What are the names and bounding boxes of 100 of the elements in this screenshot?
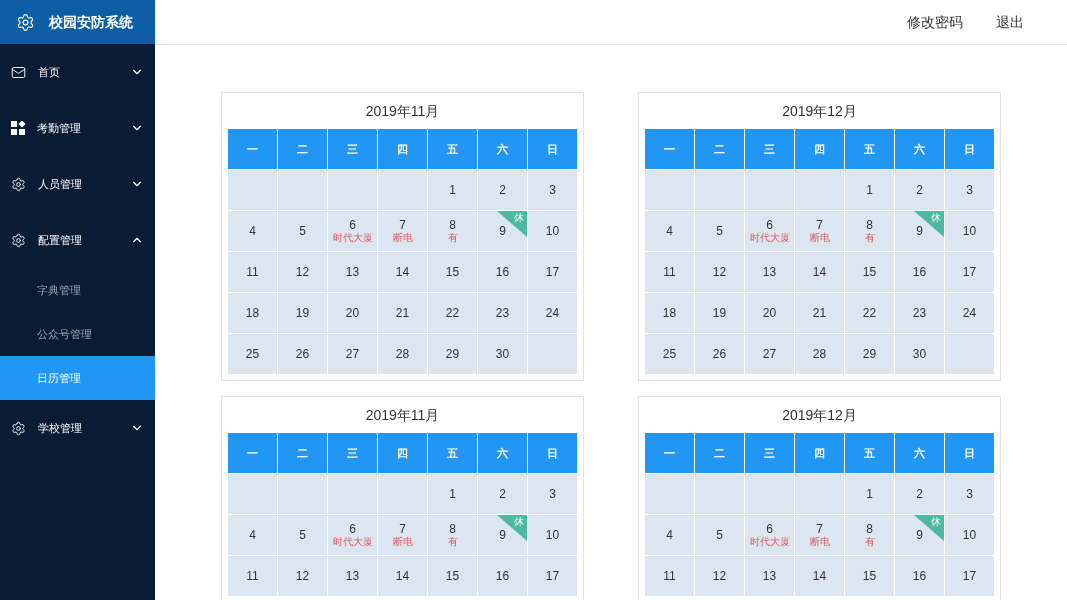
day-cell[interactable]: 12: [695, 252, 744, 292]
day-cell[interactable]: 14: [378, 556, 427, 596]
day-cell[interactable]: 18: [645, 293, 694, 333]
day-cell[interactable]: 28: [378, 334, 427, 374]
day-cell[interactable]: 15: [845, 556, 894, 596]
day-cell[interactable]: 10: [528, 211, 577, 251]
day-cell[interactable]: 14: [378, 252, 427, 292]
sidebar-item[interactable]: 人员管理: [0, 156, 155, 212]
day-cell[interactable]: 25: [228, 334, 277, 374]
day-cell[interactable]: 19: [695, 293, 744, 333]
day-cell[interactable]: 10: [945, 515, 994, 555]
day-cell[interactable]: 21: [378, 293, 427, 333]
day-cell[interactable]: 8 有: [845, 515, 894, 555]
day-cell[interactable]: 14: [795, 556, 844, 596]
day-cell[interactable]: 26: [695, 334, 744, 374]
day-cell[interactable]: 7 断电: [378, 211, 427, 251]
header-link[interactable]: 退出: [996, 11, 1024, 33]
day-cell[interactable]: 1: [845, 474, 894, 514]
day-cell[interactable]: 29: [845, 334, 894, 374]
day-cell[interactable]: 6 时代大厦: [328, 211, 377, 251]
day-cell[interactable]: 9 休: [895, 515, 944, 555]
day-cell[interactable]: 22: [428, 293, 477, 333]
sidebar-item[interactable]: 配置管理: [0, 212, 155, 268]
day-cell[interactable]: 5: [278, 515, 327, 555]
day-cell[interactable]: 16: [895, 252, 944, 292]
day-cell[interactable]: 4: [228, 515, 277, 555]
day-cell[interactable]: 9 休: [478, 211, 527, 251]
header-link[interactable]: 修改密码: [907, 11, 963, 33]
day-cell[interactable]: 4: [645, 211, 694, 251]
day-cell[interactable]: 17: [945, 252, 994, 292]
day-cell[interactable]: 19: [278, 293, 327, 333]
day-cell[interactable]: 11: [645, 556, 694, 596]
day-cell[interactable]: 8 有: [428, 515, 477, 555]
sidebar-item[interactable]: 首页: [0, 44, 155, 100]
day-cell[interactable]: 3: [528, 474, 577, 514]
day-cell[interactable]: 2: [895, 170, 944, 210]
sidebar-item[interactable]: 考勤管理: [0, 100, 155, 156]
day-cell[interactable]: 15: [428, 556, 477, 596]
day-cell[interactable]: 3: [945, 170, 994, 210]
day-cell[interactable]: 6 时代大厦: [328, 515, 377, 555]
day-cell[interactable]: 27: [745, 334, 794, 374]
day-cell[interactable]: 24: [945, 293, 994, 333]
day-cell[interactable]: 7 断电: [795, 211, 844, 251]
day-cell[interactable]: 26: [278, 334, 327, 374]
day-cell[interactable]: 13: [745, 556, 794, 596]
day-cell[interactable]: 17: [945, 556, 994, 596]
day-cell[interactable]: 13: [745, 252, 794, 292]
day-cell[interactable]: 27: [328, 334, 377, 374]
day-cell[interactable]: 2: [478, 170, 527, 210]
day-cell[interactable]: 5: [695, 515, 744, 555]
day-cell[interactable]: 21: [795, 293, 844, 333]
day-cell[interactable]: 1: [428, 474, 477, 514]
day-cell[interactable]: 6 时代大厦: [745, 211, 794, 251]
day-cell[interactable]: 6 时代大厦: [745, 515, 794, 555]
day-cell[interactable]: 12: [278, 252, 327, 292]
day-cell[interactable]: 20: [745, 293, 794, 333]
day-cell[interactable]: 17: [528, 252, 577, 292]
day-cell[interactable]: 10: [945, 211, 994, 251]
day-cell[interactable]: 7 断电: [378, 515, 427, 555]
day-cell[interactable]: 22: [845, 293, 894, 333]
day-cell[interactable]: 8 有: [428, 211, 477, 251]
day-cell[interactable]: 9 休: [895, 211, 944, 251]
day-cell[interactable]: 14: [795, 252, 844, 292]
day-cell[interactable]: 13: [328, 252, 377, 292]
day-cell[interactable]: 8 有: [845, 211, 894, 251]
day-cell[interactable]: 4: [645, 515, 694, 555]
day-cell[interactable]: 15: [845, 252, 894, 292]
day-cell[interactable]: 29: [428, 334, 477, 374]
day-cell[interactable]: 12: [695, 556, 744, 596]
day-cell[interactable]: 23: [895, 293, 944, 333]
day-cell[interactable]: 23: [478, 293, 527, 333]
day-cell[interactable]: 16: [478, 252, 527, 292]
day-cell[interactable]: 30: [478, 334, 527, 374]
day-cell[interactable]: 17: [528, 556, 577, 596]
day-cell[interactable]: 3: [945, 474, 994, 514]
day-cell[interactable]: 20: [328, 293, 377, 333]
day-cell[interactable]: 25: [645, 334, 694, 374]
day-cell[interactable]: 24: [528, 293, 577, 333]
day-cell[interactable]: 1: [428, 170, 477, 210]
sidebar-item[interactable]: 学校管理: [0, 400, 155, 456]
day-cell[interactable]: 4: [228, 211, 277, 251]
submenu-item[interactable]: 字典管理: [0, 268, 155, 312]
day-cell[interactable]: 18: [228, 293, 277, 333]
day-cell[interactable]: 9 休: [478, 515, 527, 555]
day-cell[interactable]: 3: [528, 170, 577, 210]
day-cell[interactable]: 16: [478, 556, 527, 596]
day-cell[interactable]: 2: [478, 474, 527, 514]
day-cell[interactable]: 5: [695, 211, 744, 251]
day-cell[interactable]: 16: [895, 556, 944, 596]
day-cell[interactable]: 2: [895, 474, 944, 514]
day-cell[interactable]: 7 断电: [795, 515, 844, 555]
submenu-item[interactable]: 公众号管理: [0, 312, 155, 356]
day-cell[interactable]: 13: [328, 556, 377, 596]
day-cell[interactable]: 11: [228, 556, 277, 596]
day-cell[interactable]: 10: [528, 515, 577, 555]
day-cell[interactable]: 11: [228, 252, 277, 292]
day-cell[interactable]: 30: [895, 334, 944, 374]
day-cell[interactable]: 12: [278, 556, 327, 596]
day-cell[interactable]: 5: [278, 211, 327, 251]
day-cell[interactable]: 11: [645, 252, 694, 292]
